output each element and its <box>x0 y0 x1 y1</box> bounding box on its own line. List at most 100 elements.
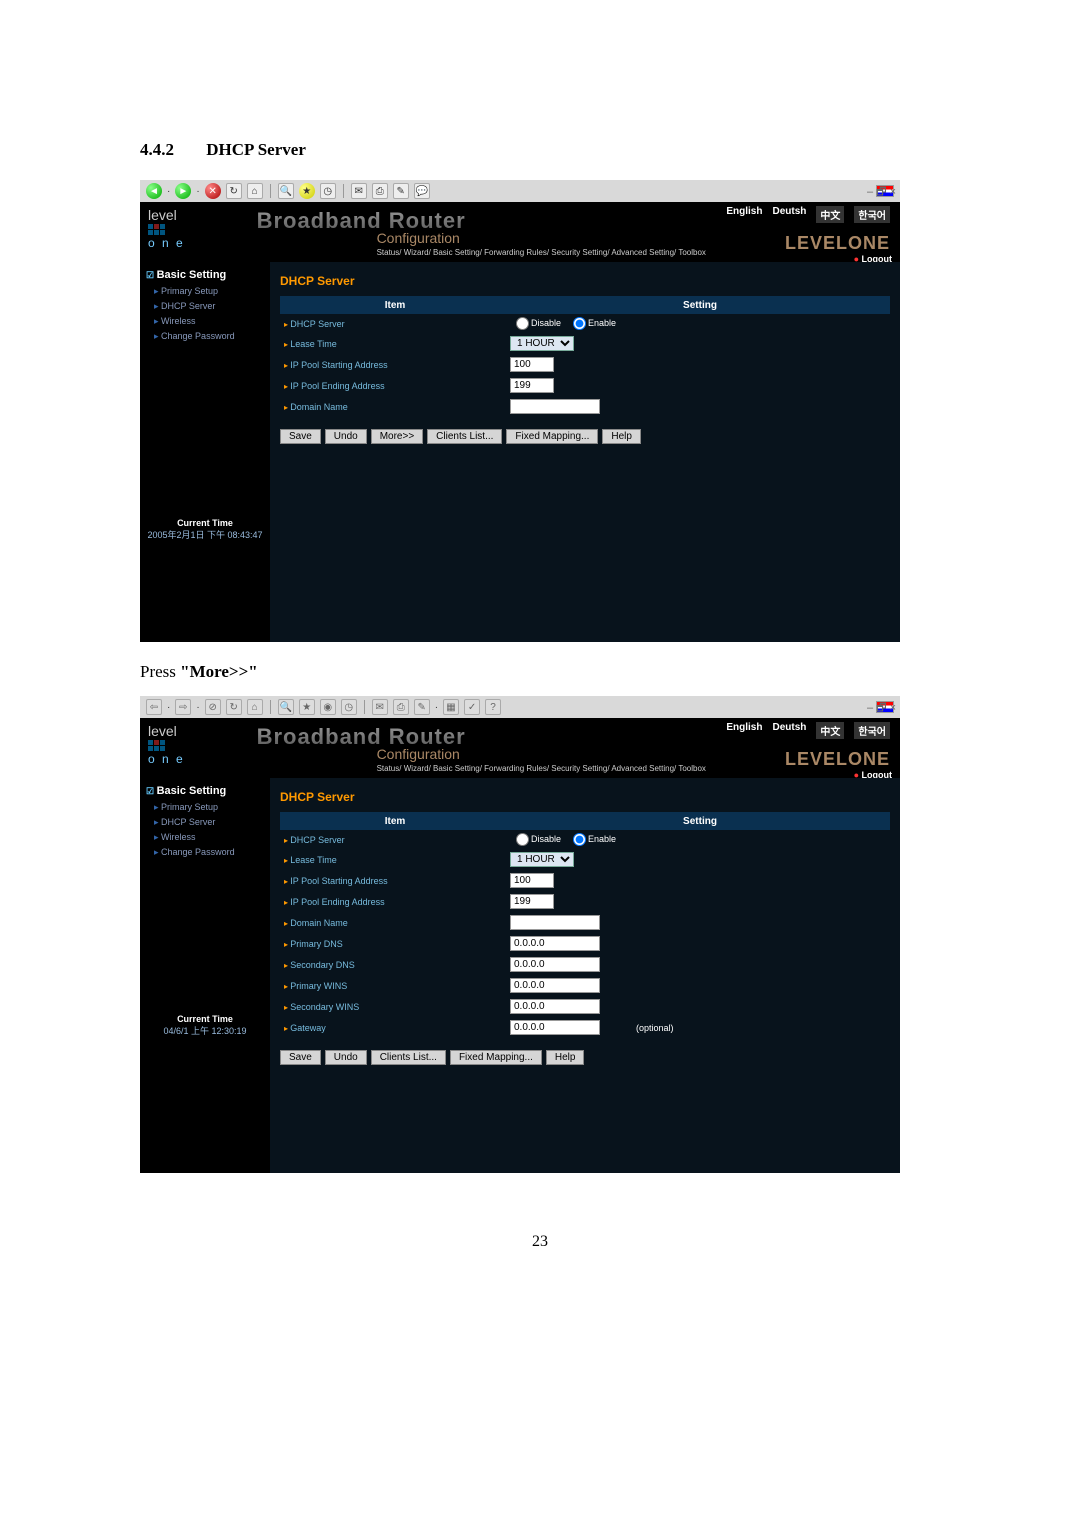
radio-disable[interactable] <box>516 833 529 846</box>
radio-disable-label[interactable]: Disable <box>510 833 561 846</box>
toolbar-separator <box>364 700 365 714</box>
lang-english[interactable]: English <box>726 722 762 739</box>
label-ip-end: IP Pool Ending Address <box>280 897 510 907</box>
sidebar-group-basic[interactable]: Basic Setting <box>140 266 270 284</box>
breadcrumb[interactable]: Status/ Wizard/ Basic Setting/ Forwardin… <box>377 248 706 257</box>
clients-list-button[interactable]: Clients List... <box>371 1050 446 1065</box>
lang-chinese[interactable]: 中文 <box>816 206 844 223</box>
check-icon[interactable]: ✓ <box>464 699 480 715</box>
sidebar-item-wireless[interactable]: Wireless <box>140 314 270 329</box>
mail-icon[interactable]: ✉ <box>372 699 388 715</box>
sidebar-item-primary-setup[interactable]: Primary Setup <box>140 800 270 815</box>
lang-korean[interactable]: 한국어 <box>854 206 890 223</box>
banner: level o n e Broadband Router Configurati… <box>140 202 900 262</box>
lang-deutsh[interactable]: Deutsh <box>772 206 806 223</box>
home-icon[interactable]: ⌂ <box>247 699 263 715</box>
row-domain-name: Domain Name <box>280 396 890 417</box>
print-icon[interactable]: ⎙ <box>372 183 388 199</box>
window-controls[interactable]: – 🗗 × <box>867 699 896 718</box>
row-primary-wins: Primary WINS <box>280 975 890 996</box>
print-icon[interactable]: ⎙ <box>393 699 409 715</box>
banner-right: English Deutsh 中文 한국어 LEVELONE Logout <box>706 202 900 262</box>
banner-center: Broadband Router Configuration Status/ W… <box>257 718 706 778</box>
home-icon[interactable]: ⌂ <box>247 183 263 199</box>
refresh-icon[interactable]: ↻ <box>226 183 242 199</box>
logout-link[interactable]: Logout <box>854 254 892 262</box>
input-secondary-dns[interactable] <box>510 957 600 972</box>
input-secondary-wins[interactable] <box>510 999 600 1014</box>
history-icon[interactable]: ◷ <box>341 699 357 715</box>
fixed-mapping-button[interactable]: Fixed Mapping... <box>450 1050 542 1065</box>
media-icon[interactable]: ◉ <box>320 699 336 715</box>
lang-deutsh[interactable]: Deutsh <box>772 722 806 739</box>
sidebar-item-change-password[interactable]: Change Password <box>140 845 270 860</box>
input-ip-end[interactable] <box>510 378 554 393</box>
radio-enable-label[interactable]: Enable <box>567 317 616 330</box>
search-icon[interactable]: 🔍 <box>278 183 294 199</box>
logo-dots <box>148 740 249 751</box>
forward-icon[interactable]: ⇨ <box>175 699 191 715</box>
mail-icon[interactable]: ✉ <box>351 183 367 199</box>
logo-area: level o n e <box>140 202 257 262</box>
input-primary-dns[interactable] <box>510 936 600 951</box>
sidebar-item-change-password[interactable]: Change Password <box>140 329 270 344</box>
current-time-value: 04/6/1 上午 12:30:19 <box>144 1024 266 1037</box>
current-time-label: Current Time <box>144 518 266 528</box>
sidebar-item-dhcp-server[interactable]: DHCP Server <box>140 299 270 314</box>
stop-icon[interactable]: ⊘ <box>205 699 221 715</box>
screenshot-2: ⇦ · ⇨ · ⊘ ↻ ⌂ 🔍 ★ ◉ ◷ ✉ ⎙ ✎ · ▦ ✓ ? – 🗗 … <box>140 696 900 1173</box>
radio-disable-label[interactable]: Disable <box>510 317 561 330</box>
sidebar-item-primary-setup[interactable]: Primary Setup <box>140 284 270 299</box>
edit-icon[interactable]: ✎ <box>414 699 430 715</box>
help-button[interactable]: Help <box>602 429 641 444</box>
input-primary-wins[interactable] <box>510 978 600 993</box>
col-setting: Setting <box>510 300 890 311</box>
input-gateway[interactable] <box>510 1020 600 1035</box>
banner-right: English Deutsh 中文 한국어 LEVELONE Logout <box>706 718 900 778</box>
help-icon[interactable]: ? <box>485 699 501 715</box>
edit-icon[interactable]: ✎ <box>393 183 409 199</box>
stop-icon[interactable]: ✕ <box>205 183 221 199</box>
input-ip-end[interactable] <box>510 894 554 909</box>
back-icon[interactable]: ⇦ <box>146 699 162 715</box>
radio-enable-label[interactable]: Enable <box>567 833 616 846</box>
breadcrumb[interactable]: Status/ Wizard/ Basic Setting/ Forwardin… <box>377 764 706 773</box>
sidebar-group-basic[interactable]: Basic Setting <box>140 782 270 800</box>
discuss-icon[interactable]: ▦ <box>443 699 459 715</box>
radio-enable[interactable] <box>573 317 586 330</box>
radio-enable[interactable] <box>573 833 586 846</box>
input-domain-name[interactable] <box>510 915 600 930</box>
lang-english[interactable]: English <box>726 206 762 223</box>
input-domain-name[interactable] <box>510 399 600 414</box>
input-ip-start[interactable] <box>510 873 554 888</box>
radio-disable[interactable] <box>516 317 529 330</box>
select-lease-time[interactable]: 1 HOUR <box>510 336 574 351</box>
lang-korean[interactable]: 한국어 <box>854 722 890 739</box>
sidebar-item-dhcp-server[interactable]: DHCP Server <box>140 815 270 830</box>
clients-list-button[interactable]: Clients List... <box>427 429 502 444</box>
page-number: 23 <box>140 1233 940 1251</box>
discuss-icon[interactable]: 💬 <box>414 183 430 199</box>
refresh-icon[interactable]: ↻ <box>226 699 242 715</box>
history-icon[interactable]: ◷ <box>320 183 336 199</box>
undo-button[interactable]: Undo <box>325 1050 367 1065</box>
sidebar-item-wireless[interactable]: Wireless <box>140 830 270 845</box>
forward-icon[interactable]: ► <box>175 183 191 199</box>
search-icon[interactable]: 🔍 <box>278 699 294 715</box>
help-button[interactable]: Help <box>546 1050 585 1065</box>
lang-chinese[interactable]: 中文 <box>816 722 844 739</box>
more-button[interactable]: More>> <box>371 429 423 444</box>
input-ip-start[interactable] <box>510 357 554 372</box>
window-controls[interactable]: – 🗗 × <box>867 183 896 202</box>
save-button[interactable]: Save <box>280 429 321 444</box>
select-lease-time[interactable]: 1 HOUR <box>510 852 574 867</box>
router-window-1: ◄ · ► · ✕ ↻ ⌂ 🔍 ★ ◷ ✉ ⎙ ✎ 💬 – 🗗 × level <box>140 180 900 642</box>
favorites-icon[interactable]: ★ <box>299 699 315 715</box>
favorites-icon[interactable]: ★ <box>299 183 315 199</box>
save-button[interactable]: Save <box>280 1050 321 1065</box>
label-primary-dns: Primary DNS <box>280 939 510 949</box>
fixed-mapping-button[interactable]: Fixed Mapping... <box>506 429 598 444</box>
undo-button[interactable]: Undo <box>325 429 367 444</box>
logout-link[interactable]: Logout <box>854 770 892 778</box>
back-icon[interactable]: ◄ <box>146 183 162 199</box>
